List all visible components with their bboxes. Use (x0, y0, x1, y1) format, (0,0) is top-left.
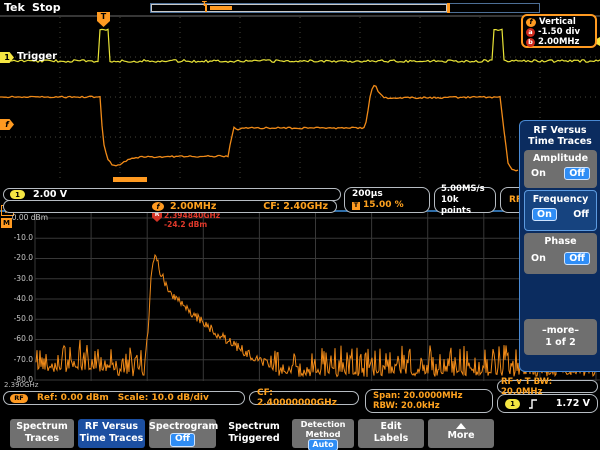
frequency-label: Frequency (525, 191, 596, 205)
spectrogram-state: Off (170, 433, 195, 447)
panel-more-button[interactable]: –more– 1 of 2 (524, 319, 597, 355)
freq-axis-left-label: 2.390GHz (4, 381, 38, 389)
panel-frequency-section[interactable]: Frequency On Off (524, 190, 597, 231)
more-up-icon (456, 423, 466, 429)
panel-amplitude-section[interactable]: Amplitude On Off (524, 150, 597, 188)
trigger-level-value: 1.72 V (556, 398, 590, 409)
trigger-position-percent: 15.00 % (363, 200, 404, 211)
channel1-badge: 1 (10, 190, 25, 199)
knob-a-icon: a (526, 28, 535, 37)
record-rf-window-segment (210, 6, 232, 10)
trigger-readout[interactable]: 1 1.72 V (497, 394, 598, 413)
ref-level: Ref: 0.00 dBm (37, 393, 109, 403)
phase-label: Phase (524, 233, 597, 247)
trigger-pos-t-icon: T (352, 202, 360, 210)
rising-edge-icon (528, 398, 538, 410)
more-label: –more– (524, 325, 597, 337)
rf-f-badge: f (152, 202, 164, 211)
amplitude-on[interactable]: On (531, 168, 546, 179)
rf-freq-scale: 2.00MHz (170, 201, 216, 212)
scale-per-div: Scale: 10.0 dB/div (118, 393, 209, 403)
vertical-title: Vertical (539, 17, 576, 27)
db-axis-label: -70.0 (0, 355, 33, 364)
acquisition-readout[interactable]: 5.00MS/s 10k points (434, 187, 496, 213)
trigger-source-badge: 1 (505, 399, 520, 409)
phase-on[interactable]: On (531, 253, 546, 264)
record-trigger-position (205, 4, 207, 12)
channel1-scale: 2.00 V (33, 189, 67, 200)
acquisition-status: Stop (32, 1, 61, 14)
menu-spectrum-traces[interactable]: Spectrum Traces (10, 419, 74, 448)
record-length: 10k points (441, 195, 489, 217)
menu-more[interactable]: More (428, 419, 494, 448)
horizontal-readout[interactable]: 200µs T 15.00 % (344, 187, 430, 213)
side-panel-title-line1: RF Versus (520, 125, 600, 136)
amplitude-off-selected[interactable]: Off (564, 167, 590, 180)
knob-b-icon: b (526, 38, 535, 47)
side-panel-title-line2: Time Traces (520, 136, 600, 147)
db-axis-label: 0.00 dBm (0, 213, 48, 222)
sample-rate: 5.00MS/s (441, 184, 485, 195)
db-axis-label: -20.0 (0, 253, 33, 262)
rbw-value: RBW: 20.0kHz (373, 401, 440, 411)
record-window-bracket (447, 3, 450, 13)
db-axis-label: -10.0 (0, 233, 33, 242)
center-frequency: CF: 2.40000000GHz (257, 388, 351, 408)
rf-ref-scale-readout[interactable]: RF Ref: 0.00 dBm Scale: 10.0 dB/div (3, 391, 245, 405)
menu-spectrum-triggered-label: Spectrum Triggered (220, 421, 288, 445)
amplitude-label: Amplitude (524, 150, 597, 164)
vertical-a-value: -1.50 div (538, 27, 580, 37)
center-frequency-readout[interactable]: CF: 2.40000000GHz (249, 391, 359, 405)
rf-badge: RF (10, 394, 28, 403)
db-axis-label: -50.0 (0, 314, 33, 323)
panel-phase-section[interactable]: Phase On Off (524, 233, 597, 274)
more-page: 1 of 2 (524, 337, 597, 349)
record-view-window[interactable] (151, 4, 447, 12)
rf-freq-readout[interactable]: f 2.00MHz CF: 2.40GHz (3, 200, 337, 213)
db-axis-label: -60.0 (0, 334, 33, 343)
rf-time-window-bar (113, 177, 147, 182)
peak-marker-amplitude: -24.2 dBm (164, 220, 207, 229)
menu-edit-labels[interactable]: Edit Labels (358, 419, 424, 448)
rf-vt-bandwidth-readout[interactable]: RF v T BW: 20.0MHz (497, 380, 598, 393)
tek-logo: Tek (4, 1, 25, 14)
rf-f-icon: f (526, 18, 536, 27)
side-panel-rf-versus-time: RF Versus Time Traces Amplitude On Off F… (519, 120, 600, 372)
frequency-on-selected[interactable]: On (532, 208, 557, 221)
frequency-off[interactable]: Off (573, 209, 589, 220)
detection-state: Auto (308, 439, 337, 450)
time-per-div: 200µs (352, 189, 383, 200)
menu-rf-versus-time-traces[interactable]: RF Versus Time Traces (78, 419, 145, 448)
phase-off-selected[interactable]: Off (564, 252, 590, 265)
rf-cf-short: CF: 2.40GHz (263, 201, 328, 212)
db-axis-label: -30.0 (0, 274, 33, 283)
span-rbw-readout[interactable]: Span: 20.0000MHz RBW: 20.0kHz (365, 389, 493, 413)
vertical-settings-box: f Vertical a -1.50 div b 2.00MHz (521, 14, 597, 48)
vertical-b-value: 2.00MHz (538, 37, 580, 47)
db-axis-label: -40.0 (0, 294, 33, 303)
menu-detection-method[interactable]: Detection Method Auto (292, 419, 354, 448)
menu-spectrogram[interactable]: Spectrogram Off (149, 419, 216, 448)
oscilloscope-screen: Tek Stop T T f Vertical a -1.50 div b 2.… (0, 0, 600, 450)
span-value: Span: 20.0000MHz (373, 391, 463, 401)
channel1-label: Trigger (17, 51, 57, 62)
